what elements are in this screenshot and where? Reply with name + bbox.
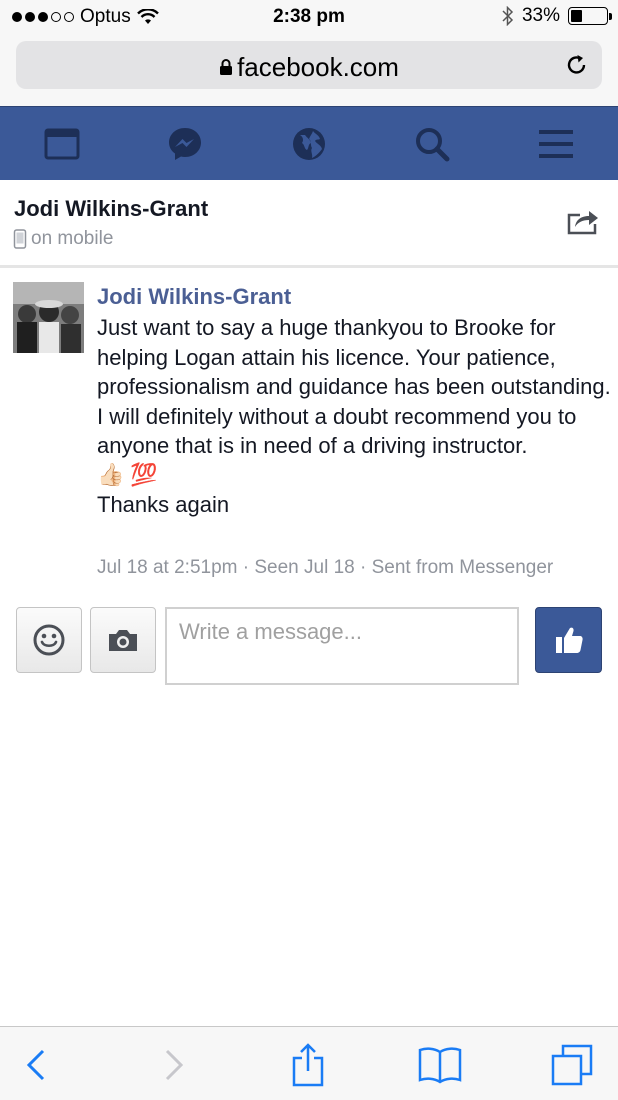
emoji-button[interactable] (16, 607, 82, 673)
sender-avatar[interactable] (13, 282, 84, 353)
message-text: Just want to say a huge thankyou to Broo… (97, 315, 611, 458)
facebook-nav-bar (0, 106, 618, 180)
status-bar: Optus 2:38 pm 33% (0, 0, 618, 36)
hundred-points-emoji: 💯 (130, 462, 158, 488)
browser-toolbar (0, 1026, 618, 1100)
message-meta: Jul 18 at 2:51pm · Seen Jul 18 · Sent fr… (97, 557, 554, 578)
bookmarks-icon[interactable] (418, 1043, 462, 1087)
message-body: Just want to say a huge thankyou to Broo… (97, 313, 612, 519)
forward-icon[interactable] (152, 1043, 196, 1087)
avatar-photo (13, 282, 84, 353)
reload-icon[interactable] (564, 52, 590, 78)
menu-icon[interactable] (538, 126, 574, 162)
camera-button[interactable] (90, 607, 156, 673)
browser-chrome: facebook.com (0, 36, 618, 106)
conversation-title: Jodi Wilkins-Grant (14, 196, 209, 221)
battery-percent: 33% (521, 5, 560, 26)
presence-status: on mobile (13, 228, 113, 250)
share-sheet-icon[interactable] (286, 1043, 330, 1087)
messenger-icon[interactable] (167, 126, 203, 162)
thumbs-up-icon (555, 627, 583, 653)
bluetooth-icon (502, 6, 514, 26)
status-right: 33% (502, 5, 612, 27)
search-icon[interactable] (414, 126, 450, 162)
smiley-icon (33, 624, 65, 656)
mobile-phone-icon (13, 229, 27, 249)
conversation-header: Jodi Wilkins-Grant on mobile (0, 180, 618, 268)
back-icon[interactable] (14, 1043, 58, 1087)
message-closing: Thanks again (97, 491, 230, 517)
address-bar[interactable]: facebook.com (16, 41, 602, 89)
message-sender-name[interactable]: Jodi Wilkins-Grant (97, 284, 291, 310)
feed-icon[interactable] (44, 126, 80, 162)
battery-icon (568, 7, 612, 25)
battery-level (571, 10, 583, 22)
presence-text: on mobile (31, 228, 114, 249)
thumbs-up-emoji: 👍🏻 (97, 462, 125, 488)
url-text: facebook.com (237, 52, 399, 82)
message-emojis: 👍🏻 💯 (97, 461, 612, 490)
globe-icon[interactable] (291, 126, 327, 162)
message-input[interactable] (165, 607, 519, 685)
camera-icon (109, 630, 137, 651)
tabs-icon[interactable] (550, 1043, 594, 1087)
like-send-button[interactable] (535, 607, 602, 673)
share-icon[interactable] (566, 206, 600, 236)
